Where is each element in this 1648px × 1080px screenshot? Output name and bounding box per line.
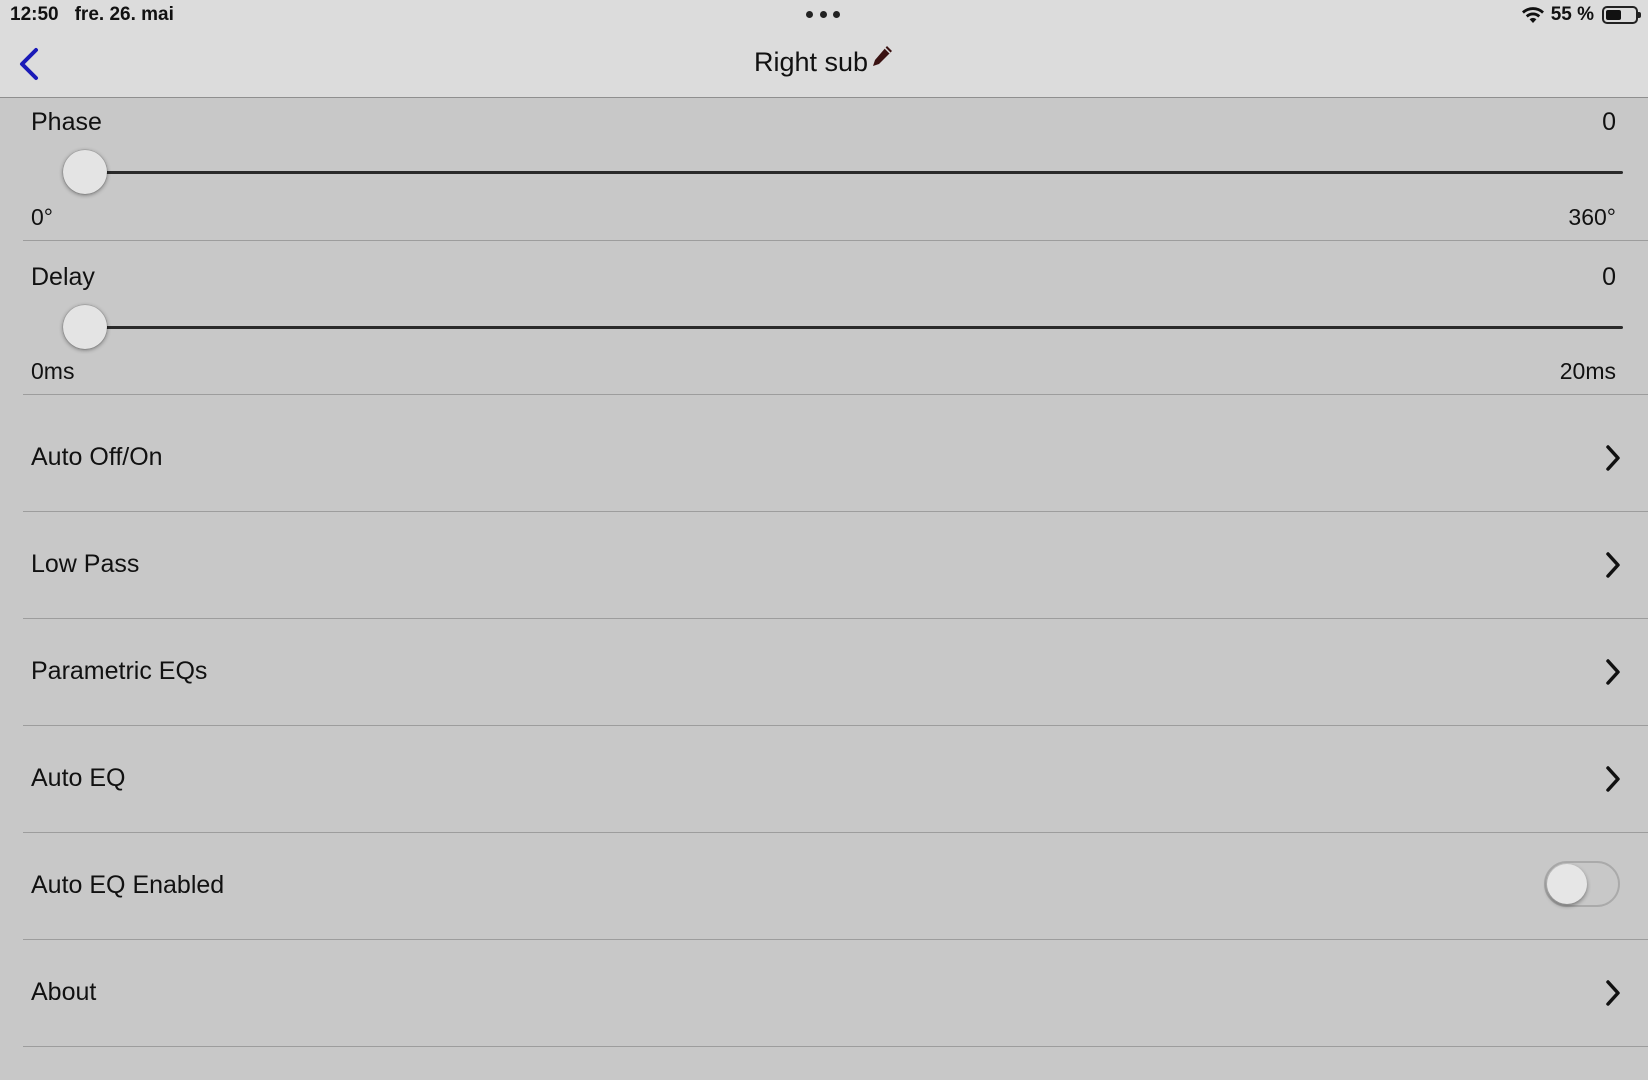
menu-item-parametric-eqs[interactable]: Parametric EQs (23, 619, 1648, 726)
nav-title-area: Right sub (0, 44, 1648, 78)
menu-item-low-pass[interactable]: Low Pass (23, 512, 1648, 619)
battery-percent: 55 % (1550, 4, 1594, 25)
delay-label: Delay (31, 263, 95, 291)
chevron-right-icon (1606, 445, 1620, 471)
wifi-icon (1521, 7, 1544, 23)
delay-value: 0 (1602, 263, 1616, 291)
phase-slider-row: Phase 0 0° 360° (23, 98, 1648, 241)
chevron-right-icon (1606, 980, 1620, 1006)
chevron-right-icon (1606, 659, 1620, 685)
auto-eq-enabled-toggle[interactable] (1544, 861, 1620, 907)
menu-item-label: Auto EQ (31, 764, 126, 792)
status-time: 12:50 (10, 4, 59, 25)
chevron-right-icon (1606, 766, 1620, 792)
multitasking-dots-icon[interactable] (806, 11, 840, 19)
delay-min-label: 0ms (31, 358, 75, 384)
menu-item-label: Parametric EQs (31, 657, 208, 685)
menu-item-auto-off-on[interactable]: Auto Off/On (23, 405, 1648, 512)
menu-item-label: Auto EQ Enabled (31, 871, 225, 899)
menu-item-auto-eq[interactable]: Auto EQ (23, 726, 1648, 833)
navigation-bar: Right sub (0, 30, 1648, 98)
status-bar: 12:50 fre. 26. mai 55 % (0, 0, 1648, 30)
phase-slider-thumb[interactable] (63, 150, 107, 194)
delay-slider-row: Delay 0 0ms 20ms (23, 241, 1648, 395)
delay-max-label: 20ms (1559, 358, 1616, 384)
page-title: Right sub (753, 47, 869, 77)
pencil-icon (873, 46, 893, 67)
edit-title-button[interactable] (870, 44, 894, 77)
phase-min-label: 0° (31, 204, 53, 230)
phase-max-label: 360° (1568, 204, 1616, 230)
toggle-knob (1547, 864, 1587, 904)
chevron-right-icon (1606, 552, 1620, 578)
menu-item-label: About (31, 978, 97, 1006)
menu-item-auto-eq-enabled: Auto EQ Enabled (23, 833, 1648, 940)
phase-value: 0 (1602, 108, 1616, 136)
status-time-date: 12:50 fre. 26. mai (10, 4, 174, 26)
status-indicators: 55 % (1521, 4, 1641, 26)
battery-icon (1602, 6, 1641, 24)
delay-slider-thumb[interactable] (63, 305, 107, 349)
status-date: fre. 26. mai (74, 4, 174, 25)
menu-item-label: Auto Off/On (31, 443, 163, 471)
menu-item-label: Low Pass (31, 550, 140, 578)
battery-fill (1606, 10, 1621, 20)
delay-slider-track[interactable] (67, 326, 1623, 329)
phase-slider-track[interactable] (67, 171, 1623, 174)
phase-label: Phase (31, 108, 102, 136)
menu-item-about[interactable]: About (23, 940, 1648, 1047)
